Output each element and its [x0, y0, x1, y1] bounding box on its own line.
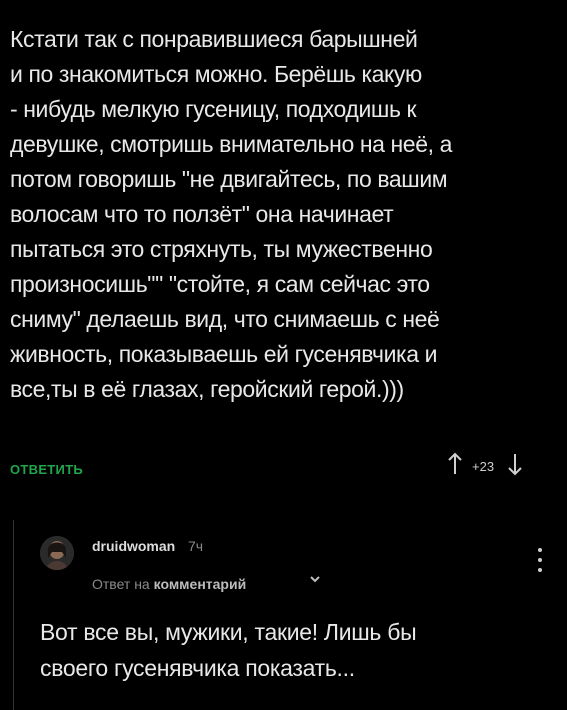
reply-body: Вот все вы, мужики, такие! Лишь бы своег… — [40, 614, 540, 686]
down-arrow-icon[interactable] — [508, 452, 522, 480]
vote-controls: +23 — [448, 452, 522, 480]
comment-line: живность, показываешь ей гусенявчика и — [10, 341, 438, 367]
reply-to: Ответ на комментарий — [92, 576, 246, 592]
comment-line: сниму" делаешь вид, что снимаешь с неё — [10, 306, 440, 332]
comment-line: девушке, смотришь внимательно на неё, а — [10, 131, 452, 157]
chevron-down-icon[interactable] — [310, 574, 320, 586]
comment-line: волосам что то ползёт" она начинает — [10, 201, 394, 227]
comment-line: пытаться это стряхнуть, ты мужественно — [10, 236, 433, 262]
reply-line: своего гусенявчика показать... — [40, 655, 355, 681]
comment-line: произносишь"" "стойте, я сам сейчас это — [10, 271, 430, 297]
reply-button[interactable]: ОТВЕТИТЬ — [10, 462, 83, 477]
comment-line: потом говоришь "не двигайтесь, по вашим — [10, 166, 448, 192]
reply-to-prefix: Ответ на — [92, 576, 150, 592]
thread-line — [13, 520, 14, 710]
reply-line: Вот все вы, мужики, такие! Лишь бы — [40, 619, 417, 645]
avatar[interactable] — [40, 536, 74, 570]
comment-line: - нибудь мелкую гусеницу, подходишь к — [10, 96, 417, 122]
comment-line: все,ты в её глазах, геройский герой.))) — [10, 376, 404, 402]
up-arrow-icon[interactable] — [448, 452, 462, 480]
comment-line: и по знакомиться можно. Берёшь какую — [10, 61, 422, 87]
vertical-dots-icon[interactable] — [536, 548, 544, 578]
rating-count: +23 — [472, 458, 495, 474]
comment-line: Кстати так с понравившиеся барышней — [10, 26, 418, 52]
timestamp: 7ч — [188, 538, 204, 554]
username[interactable]: druidwoman — [92, 538, 175, 554]
comment-body: Кстати так с понравившиеся барышней и по… — [10, 22, 558, 407]
reply-to-link[interactable]: комментарий — [154, 576, 247, 592]
